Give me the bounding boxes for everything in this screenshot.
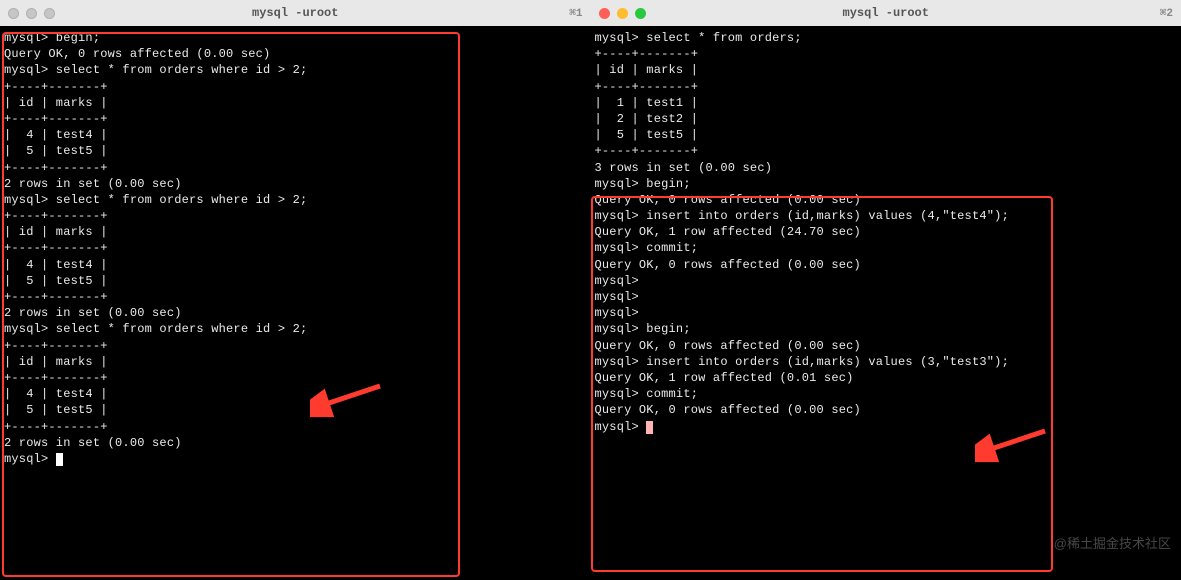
terminal-line: | 5 | test5 | — [4, 402, 587, 418]
terminal-line: mysql> begin; — [595, 176, 1178, 192]
terminal-line: Query OK, 1 row affected (0.01 sec) — [595, 370, 1178, 386]
terminal-line: mysql> select * from orders where id > 2… — [4, 62, 587, 78]
pane-shortcut-right: ⌘2 — [1160, 6, 1173, 20]
terminal-line: Query OK, 0 rows affected (0.00 sec) — [595, 402, 1178, 418]
terminal-output-left[interactable]: mysql> begin;Query OK, 0 rows affected (… — [0, 26, 591, 580]
terminal-line: +----+-------+ — [4, 338, 587, 354]
terminal-line: mysql> insert into orders (id,marks) val… — [595, 354, 1178, 370]
terminal-line: Query OK, 0 rows affected (0.00 sec) — [595, 257, 1178, 273]
terminal-line: Query OK, 0 rows affected (0.00 sec) — [595, 192, 1178, 208]
terminal-line: mysql> select * from orders; — [595, 30, 1178, 46]
traffic-lights-left — [8, 8, 55, 19]
terminal-output-right[interactable]: mysql> select * from orders;+----+------… — [591, 26, 1181, 580]
window-title-left: mysql -uroot — [0, 6, 591, 20]
terminal-line: | 5 | test5 | — [4, 273, 587, 289]
terminal-line: | 5 | test5 | — [4, 143, 587, 159]
terminal-line: mysql> — [595, 419, 1178, 435]
traffic-lights-right — [599, 8, 646, 19]
minimize-icon[interactable] — [26, 8, 37, 19]
terminal-line: mysql> commit; — [595, 386, 1178, 402]
terminal-line: mysql> — [595, 273, 1178, 289]
terminal-line: +----+-------+ — [4, 419, 587, 435]
terminal-line: +----+-------+ — [4, 289, 587, 305]
terminal-line: Query OK, 0 rows affected (0.00 sec) — [4, 46, 587, 62]
terminal-line: +----+-------+ — [595, 143, 1178, 159]
terminal-line: mysql> — [595, 289, 1178, 305]
terminal-line: | 1 | test1 | — [595, 95, 1178, 111]
terminal-line: 3 rows in set (0.00 sec) — [595, 160, 1178, 176]
minimize-icon[interactable] — [617, 8, 628, 19]
window-title-right: mysql -uroot — [591, 6, 1181, 20]
terminal-line: Query OK, 0 rows affected (0.00 sec) — [595, 338, 1178, 354]
terminal-line: +----+-------+ — [4, 370, 587, 386]
terminal-line: +----+-------+ — [4, 240, 587, 256]
terminal-line: +----+-------+ — [595, 79, 1178, 95]
terminal-line: mysql> begin; — [4, 30, 587, 46]
terminal-line: | 4 | test4 | — [4, 386, 587, 402]
terminal-line: mysql> select * from orders where id > 2… — [4, 321, 587, 337]
terminal-line: mysql> insert into orders (id,marks) val… — [595, 208, 1178, 224]
terminal-line: | id | marks | — [595, 62, 1178, 78]
terminal-line: 2 rows in set (0.00 sec) — [4, 305, 587, 321]
terminal-line: +----+-------+ — [4, 111, 587, 127]
terminal-line: mysql> begin; — [595, 321, 1178, 337]
terminal-line: mysql> — [4, 451, 587, 467]
cursor-icon — [646, 421, 653, 434]
terminal-line: | id | marks | — [4, 224, 587, 240]
terminal-pane-left: mysql -uroot ⌘1 mysql> begin;Query OK, 0… — [0, 0, 591, 580]
titlebar-right[interactable]: mysql -uroot ⌘2 — [591, 0, 1181, 26]
terminal-line: +----+-------+ — [4, 79, 587, 95]
terminal-line: +----+-------+ — [595, 46, 1178, 62]
terminal-line: | id | marks | — [4, 95, 587, 111]
titlebar-left[interactable]: mysql -uroot ⌘1 — [0, 0, 591, 26]
terminal-line: Query OK, 1 row affected (24.70 sec) — [595, 224, 1178, 240]
terminal-line: +----+-------+ — [4, 208, 587, 224]
terminal-pane-right: mysql -uroot ⌘2 mysql> select * from ord… — [591, 0, 1181, 580]
terminal-line: | 4 | test4 | — [4, 257, 587, 273]
terminal-line: 2 rows in set (0.00 sec) — [4, 435, 587, 451]
close-icon[interactable] — [599, 8, 610, 19]
terminal-line: 2 rows in set (0.00 sec) — [4, 176, 587, 192]
zoom-icon[interactable] — [635, 8, 646, 19]
terminal-line: | id | marks | — [4, 354, 587, 370]
cursor-icon — [56, 453, 63, 466]
terminal-line: mysql> commit; — [595, 240, 1178, 256]
zoom-icon[interactable] — [44, 8, 55, 19]
terminal-line: | 4 | test4 | — [4, 127, 587, 143]
close-icon[interactable] — [8, 8, 19, 19]
terminal-line: +----+-------+ — [4, 160, 587, 176]
terminal-line: mysql> — [595, 305, 1178, 321]
terminal-line: mysql> select * from orders where id > 2… — [4, 192, 587, 208]
terminal-line: | 5 | test5 | — [595, 127, 1178, 143]
terminal-line: | 2 | test2 | — [595, 111, 1178, 127]
pane-shortcut-left: ⌘1 — [569, 6, 582, 20]
